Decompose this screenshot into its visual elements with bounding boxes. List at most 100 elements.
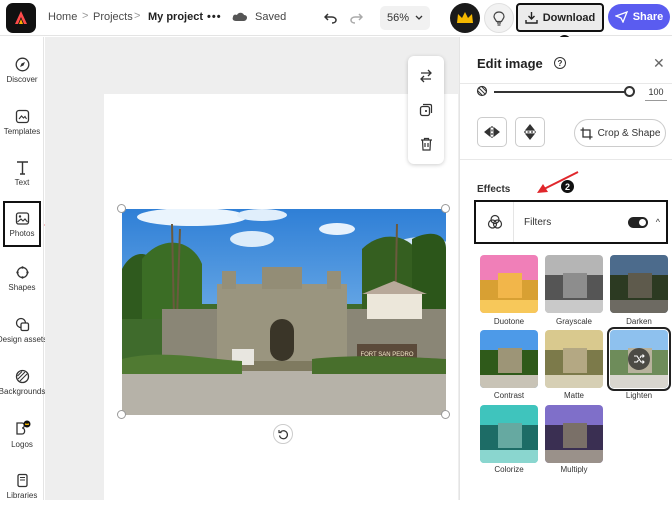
sidebar-item-label: Logos [11, 439, 33, 449]
adobe-express-logo[interactable] [6, 3, 36, 33]
sidebar-item-label: Photos [9, 228, 35, 238]
save-status: Saved [255, 11, 287, 23]
crop-shape-button[interactable]: Crop & Shape [574, 119, 666, 147]
swap-button[interactable] [416, 66, 436, 86]
duplicate-button[interactable] [416, 100, 436, 120]
sidebar-item-backgrounds[interactable]: Backgrounds [0, 359, 46, 405]
delete-button[interactable] [416, 134, 436, 154]
sidebar-item-design-assets[interactable]: Design assets [0, 307, 48, 353]
breadcrumb-projects[interactable]: Projects [93, 11, 133, 23]
compass-icon [15, 57, 29, 71]
filter-label: Contrast [493, 391, 525, 400]
sidebar-item-shapes[interactable]: Shapes [0, 255, 44, 301]
sidebar-item-label: Discover [6, 74, 38, 84]
shuffle-button[interactable] [628, 348, 650, 370]
filters-icon-container [476, 202, 514, 242]
filter-label: Multiply [560, 465, 588, 474]
templates-icon [15, 109, 29, 123]
filter-thumbnail-matte[interactable] [545, 330, 603, 388]
rotate-handle[interactable] [273, 424, 293, 444]
cloud-icon [232, 12, 248, 21]
flip-horizontal-icon [484, 126, 500, 138]
undo-icon[interactable] [324, 11, 337, 24]
sidebar-item-text[interactable]: Text [0, 150, 44, 196]
filter-thumbnail-lighten[interactable] [607, 327, 671, 391]
zoom-dropdown[interactable]: 56% [380, 6, 430, 30]
shapes-icon [15, 265, 29, 279]
panel-title: Edit image [477, 56, 543, 71]
zoom-value: 56% [386, 12, 410, 24]
backgrounds-icon [15, 369, 29, 383]
filter-thumbnail-darken[interactable] [610, 255, 668, 313]
filter-label: Colorize [494, 465, 524, 474]
sidebar-item-label: Text [14, 177, 30, 187]
help-icon[interactable]: ? [554, 57, 566, 69]
design-assets-icon [15, 317, 29, 331]
resize-handle-bottom-left[interactable] [117, 410, 126, 419]
sidebar-item-templates[interactable]: Templates [0, 99, 44, 145]
breadcrumb-separator: > [82, 10, 89, 22]
sidebar-item-label: Design assets [0, 334, 48, 344]
chevron-up-icon[interactable]: ^ [656, 217, 660, 227]
filters-toggle[interactable] [627, 216, 648, 228]
opacity-value-input[interactable]: 100 [645, 87, 667, 101]
crown-icon [457, 12, 473, 23]
premium-button[interactable] [450, 3, 480, 33]
resize-handle-bottom-right[interactable] [441, 410, 450, 419]
filters-section-header[interactable]: Filters ^ [474, 200, 668, 244]
sidebar-item-photos[interactable]: Photos [3, 201, 41, 247]
filter-thumbnail-duotone[interactable] [480, 255, 538, 313]
sidebar-item-logos[interactable]: Logos [0, 411, 44, 457]
share-button[interactable]: Share [608, 4, 670, 30]
divider [460, 159, 672, 160]
opacity-slider-track[interactable] [494, 91, 628, 93]
resize-handle-top-right[interactable] [441, 204, 450, 213]
close-icon[interactable]: ✕ [653, 55, 665, 72]
crop-label: Crop & Shape [597, 127, 661, 139]
left-sidebar: Discover Templates Text Photos Shapes De… [0, 37, 48, 500]
logos-icon [15, 420, 30, 435]
fort-thumbnail-image [545, 255, 603, 313]
breadcrumb-home[interactable]: Home [48, 11, 77, 23]
filter-thumbnail-multiply[interactable] [545, 405, 603, 463]
fort-thumbnail-image [610, 255, 668, 313]
filter-label: Duotone [493, 317, 525, 326]
trash-icon [420, 137, 432, 151]
duplicate-icon [419, 103, 433, 117]
sidebar-item-libraries[interactable]: Libraries [0, 463, 44, 509]
sidebar-item-label: Backgrounds [0, 386, 46, 396]
download-icon [525, 12, 538, 24]
filters-icon [487, 214, 502, 229]
share-label: Share [632, 11, 664, 23]
filter-thumbnail-grayscale[interactable] [545, 255, 603, 313]
adobe-logo-icon [15, 11, 27, 24]
flip-vertical-button[interactable] [515, 117, 545, 147]
crop-icon [580, 127, 593, 139]
fort-thumbnail-image [480, 405, 538, 463]
download-button[interactable]: Download [516, 3, 604, 32]
sidebar-item-label: Libraries [6, 490, 38, 500]
filter-label: Grayscale [555, 317, 592, 326]
filter-thumbnail-contrast[interactable] [480, 330, 538, 388]
project-name[interactable]: My project [148, 11, 203, 23]
send-icon [614, 11, 628, 23]
more-options-button[interactable]: ••• [207, 11, 222, 23]
lightbulb-icon [493, 10, 505, 26]
resize-handle-top-left[interactable] [117, 204, 126, 213]
fort-thumbnail-image [545, 405, 603, 463]
fort-thumbnail-image [480, 255, 538, 313]
floating-toolbar [408, 56, 444, 164]
annotation-arrow-2 [537, 171, 579, 193]
sidebar-item-discover[interactable]: Discover [0, 47, 44, 93]
filter-thumbnail-colorize[interactable] [480, 405, 538, 463]
flip-horizontal-button[interactable] [477, 117, 507, 147]
ideas-button[interactable] [484, 3, 514, 33]
redo-icon[interactable] [350, 11, 363, 24]
fort-thumbnail-image [480, 330, 538, 388]
canvas-photo[interactable]: FORT SAN PEDRO [122, 209, 446, 415]
fort-thumbnail-image [545, 330, 603, 388]
edit-image-panel: Edit image ? ✕ 100 Crop & Shape Effects [459, 37, 672, 500]
opacity-icon [476, 85, 488, 97]
libraries-icon [16, 473, 28, 487]
opacity-slider-knob[interactable] [624, 86, 635, 97]
